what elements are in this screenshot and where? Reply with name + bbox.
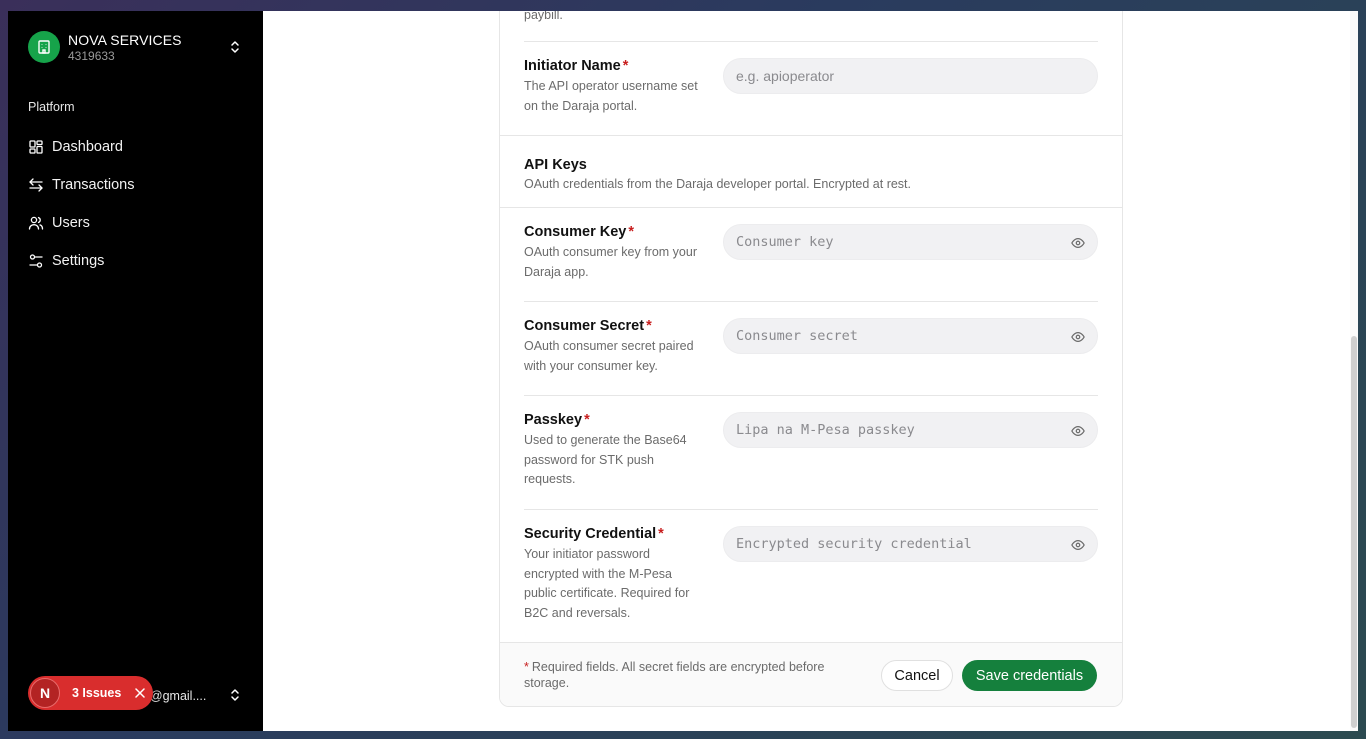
field-help: OAuth consumer key from your Daraja app.: [524, 245, 697, 279]
credentials-form-card: paybill. Initiator Name * The API operato…: [499, 11, 1123, 707]
users-icon: [28, 216, 44, 230]
main-content: paybill. Initiator Name * The API operato…: [263, 11, 1358, 731]
eye-icon[interactable]: [1071, 236, 1085, 250]
required-fields-note: * Required fields. All secret fields are …: [524, 660, 825, 690]
org-id: 4319633: [68, 48, 115, 63]
input-placeholder: e.g. apioperator: [736, 68, 835, 84]
issues-count: 3 Issues: [72, 686, 122, 700]
security-credential-field: Security Credential * Your initiator pass…: [524, 526, 1098, 623]
arrows-left-right-icon: [29, 178, 43, 192]
chevrons-up-down-icon: [231, 689, 239, 701]
sidebar-item-transactions[interactable]: Transactions: [28, 166, 243, 204]
cancel-button[interactable]: Cancel: [881, 660, 953, 691]
sidebar-item-settings[interactable]: Settings: [28, 242, 243, 280]
scrollbar-thumb[interactable]: [1351, 336, 1357, 728]
chevrons-up-down-icon: [231, 41, 239, 53]
dashboard-icon: [29, 140, 43, 154]
building-icon: [28, 31, 60, 63]
sidebar-nav: Dashboard Transactions Users Settings: [28, 128, 243, 280]
sidebar: NOVA SERVICES 4319633 Platform Dashboard: [8, 11, 263, 731]
app-window: NOVA SERVICES 4319633 Platform Dashboard: [8, 11, 1358, 731]
field-help-partial: paybill.: [524, 11, 563, 22]
divider: [524, 301, 1098, 302]
eye-icon[interactable]: [1071, 424, 1085, 438]
sidebar-item-label: Users: [52, 215, 90, 231]
section-title: API Keys: [524, 157, 587, 173]
field-help: OAuth consumer secret paired with your c…: [524, 339, 694, 373]
divider: [524, 395, 1098, 396]
field-help: Your initiator password encrypted with t…: [524, 547, 690, 620]
input-placeholder: Consumer key: [736, 234, 834, 250]
nav-section-label: Platform: [28, 100, 75, 114]
security-credential-input[interactable]: Encrypted security credential: [723, 526, 1098, 562]
initiator-name-field: Initiator Name * The API operator usernam…: [524, 58, 1098, 116]
consumer-secret-input[interactable]: Consumer secret: [723, 318, 1098, 354]
scrollbar[interactable]: [1350, 11, 1358, 731]
eye-icon[interactable]: [1071, 538, 1085, 552]
divider: [524, 509, 1098, 510]
consumer-key-field: Consumer Key * OAuth consumer key from yo…: [524, 224, 1098, 282]
initiator-name-input[interactable]: e.g. apioperator: [723, 58, 1098, 94]
input-placeholder: Lipa na M-Pesa passkey: [736, 422, 915, 438]
field-help: The API operator username set on the Dar…: [524, 79, 698, 113]
org-switcher[interactable]: NOVA SERVICES 4319633: [28, 31, 243, 63]
org-name: NOVA SERVICES: [68, 31, 182, 48]
consumer-key-input[interactable]: Consumer key: [723, 224, 1098, 260]
sidebar-item-label: Dashboard: [52, 139, 123, 155]
sidebar-item-label: Transactions: [52, 177, 135, 193]
passkey-field: Passkey * Used to generate the Base64 pas…: [524, 412, 1098, 490]
section-description: OAuth credentials from the Daraja develo…: [524, 177, 911, 191]
section-divider: [500, 135, 1122, 136]
api-keys-section-header: API Keys OAuth credentials from the Dara…: [524, 157, 911, 191]
section-divider: [500, 207, 1122, 208]
close-icon[interactable]: [135, 688, 146, 698]
input-placeholder: Consumer secret: [736, 328, 858, 344]
nextjs-logo-icon: N: [30, 678, 60, 708]
consumer-secret-field: Consumer Secret * OAuth consumer secret p…: [524, 318, 1098, 376]
settings-sliders-icon: [29, 254, 43, 268]
sidebar-item-dashboard[interactable]: Dashboard: [28, 128, 243, 166]
sidebar-item-users[interactable]: Users: [28, 204, 243, 242]
issues-badge[interactable]: N 3 Issues: [28, 676, 153, 710]
field-help: Used to generate the Base64 password for…: [524, 433, 687, 486]
form-footer: * Required fields. All secret fields are …: [500, 642, 1122, 706]
save-credentials-button[interactable]: Save credentials: [962, 660, 1097, 691]
divider: [524, 41, 1098, 42]
sidebar-item-label: Settings: [52, 253, 105, 269]
passkey-input[interactable]: Lipa na M-Pesa passkey: [723, 412, 1098, 448]
input-placeholder: Encrypted security credential: [736, 536, 972, 552]
eye-icon[interactable]: [1071, 330, 1085, 344]
